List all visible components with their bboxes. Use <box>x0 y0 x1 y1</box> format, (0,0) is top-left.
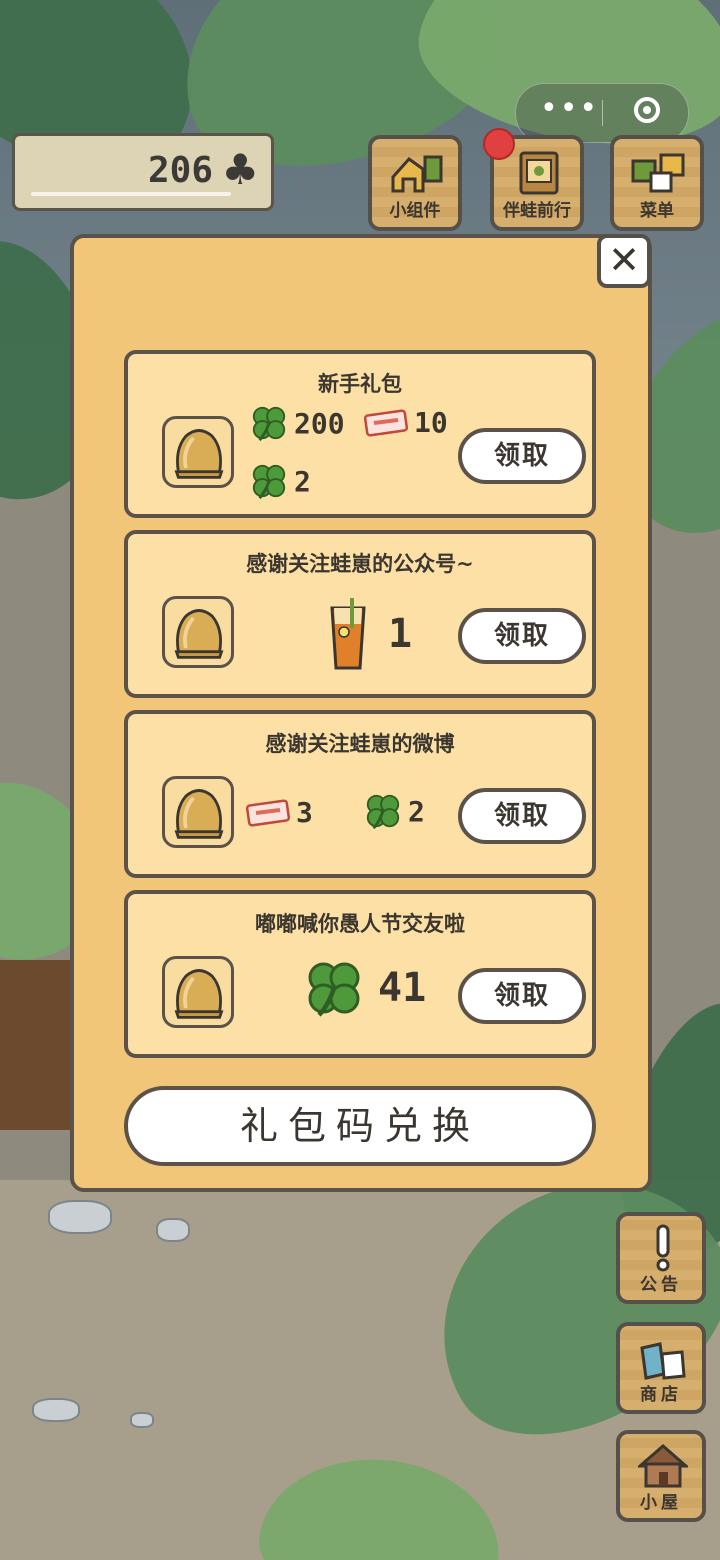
menu-button[interactable]: 菜单 <box>610 135 704 231</box>
journey-book-icon <box>519 151 559 195</box>
announcement-label: 公告 <box>640 1275 682 1295</box>
ticket-icon <box>364 408 408 438</box>
iced-tea-icon <box>328 598 368 670</box>
redeem-code-button[interactable]: 礼包码兑换 <box>124 1086 596 1166</box>
reward-clover: 41 <box>304 958 426 1018</box>
reward-qty: 3 <box>296 796 313 829</box>
menu-cards-icon <box>631 153 685 193</box>
gift-card-april-fools: 嘟嘟喊你愚人节交友啦 41 领取 <box>124 890 596 1058</box>
gift-title: 感谢关注蛙崽的公众号~ <box>246 552 474 576</box>
close-dialog-button[interactable]: ✕ <box>597 234 651 288</box>
close-miniprogram-icon[interactable] <box>634 97 660 123</box>
reward-clover: 200 <box>250 404 345 442</box>
claim-button[interactable]: 领取 <box>458 968 586 1024</box>
house-label: 小屋 <box>640 1493 682 1513</box>
bell-icon <box>162 956 234 1028</box>
more-dots-icon[interactable]: ••• <box>540 94 599 124</box>
gift-card-weibo: 感谢关注蛙崽的微博 3 2 领取 <box>124 710 596 878</box>
reward-four-leaf-clover: 2 <box>250 462 311 500</box>
gift-title: 新手礼包 <box>318 372 402 396</box>
widget-button[interactable]: 小组件 <box>368 135 462 231</box>
gift-card-wechat-official: 感谢关注蛙崽的公众号~ 1 领取 <box>124 530 596 698</box>
widget-label: 小组件 <box>389 201 441 221</box>
reward-qty: 10 <box>414 406 448 439</box>
announcement-button[interactable]: 公告 <box>616 1212 706 1304</box>
claim-button[interactable]: 领取 <box>458 788 586 844</box>
claim-button[interactable]: 领取 <box>458 608 586 664</box>
reward-qty: 1 <box>388 611 413 657</box>
pebble <box>156 1218 190 1242</box>
pebble <box>130 1412 154 1428</box>
four-leaf-clover-icon <box>364 792 402 830</box>
reward-ticket: 3 <box>246 796 313 829</box>
gift-title: 感谢关注蛙崽的微博 <box>265 732 455 756</box>
widget-icon <box>391 155 443 193</box>
shop-label: 商店 <box>640 1385 682 1405</box>
clover-icon <box>250 404 288 442</box>
ticket-icon <box>246 798 290 828</box>
reward-qty: 2 <box>408 794 425 828</box>
four-leaf-clover-icon <box>250 462 288 500</box>
reward-four-leaf-clover: 2 <box>364 792 425 830</box>
clover-count: 206 <box>147 150 213 191</box>
counter-highlight <box>31 192 231 196</box>
journey-label: 伴蛙前行 <box>503 201 571 221</box>
reward-qty: 41 <box>378 965 427 1011</box>
capsule-divider <box>602 100 603 126</box>
bell-icon <box>162 776 234 848</box>
pebble <box>32 1398 80 1422</box>
claim-button[interactable]: 领取 <box>458 428 586 484</box>
reward-ticket: 10 <box>364 406 448 439</box>
reward-qty: 200 <box>294 406 345 440</box>
house-icon <box>638 1444 688 1488</box>
clover-icon <box>304 958 364 1018</box>
exclamation-icon <box>656 1224 670 1272</box>
gift-card-newbie: 新手礼包 200 10 2 领取 <box>124 350 596 518</box>
shop-button[interactable]: 商店 <box>616 1322 706 1414</box>
reward-qty: 2 <box>294 464 311 498</box>
gift-title: 嘟嘟喊你愚人节交友啦 <box>255 912 465 936</box>
bell-icon <box>162 416 234 488</box>
shop-bags-icon <box>640 1342 686 1380</box>
miniprogram-capsule: ••• <box>515 83 689 143</box>
reward-iced-tea: 1 <box>328 598 412 670</box>
clover-counter: 206 ♣ <box>12 133 274 211</box>
menu-label: 菜单 <box>640 201 674 221</box>
clover-currency-icon: ♣ <box>221 145 259 194</box>
house-button[interactable]: 小屋 <box>616 1430 706 1522</box>
bell-icon <box>162 596 234 668</box>
pebble <box>48 1200 112 1234</box>
notification-dot <box>483 128 515 160</box>
